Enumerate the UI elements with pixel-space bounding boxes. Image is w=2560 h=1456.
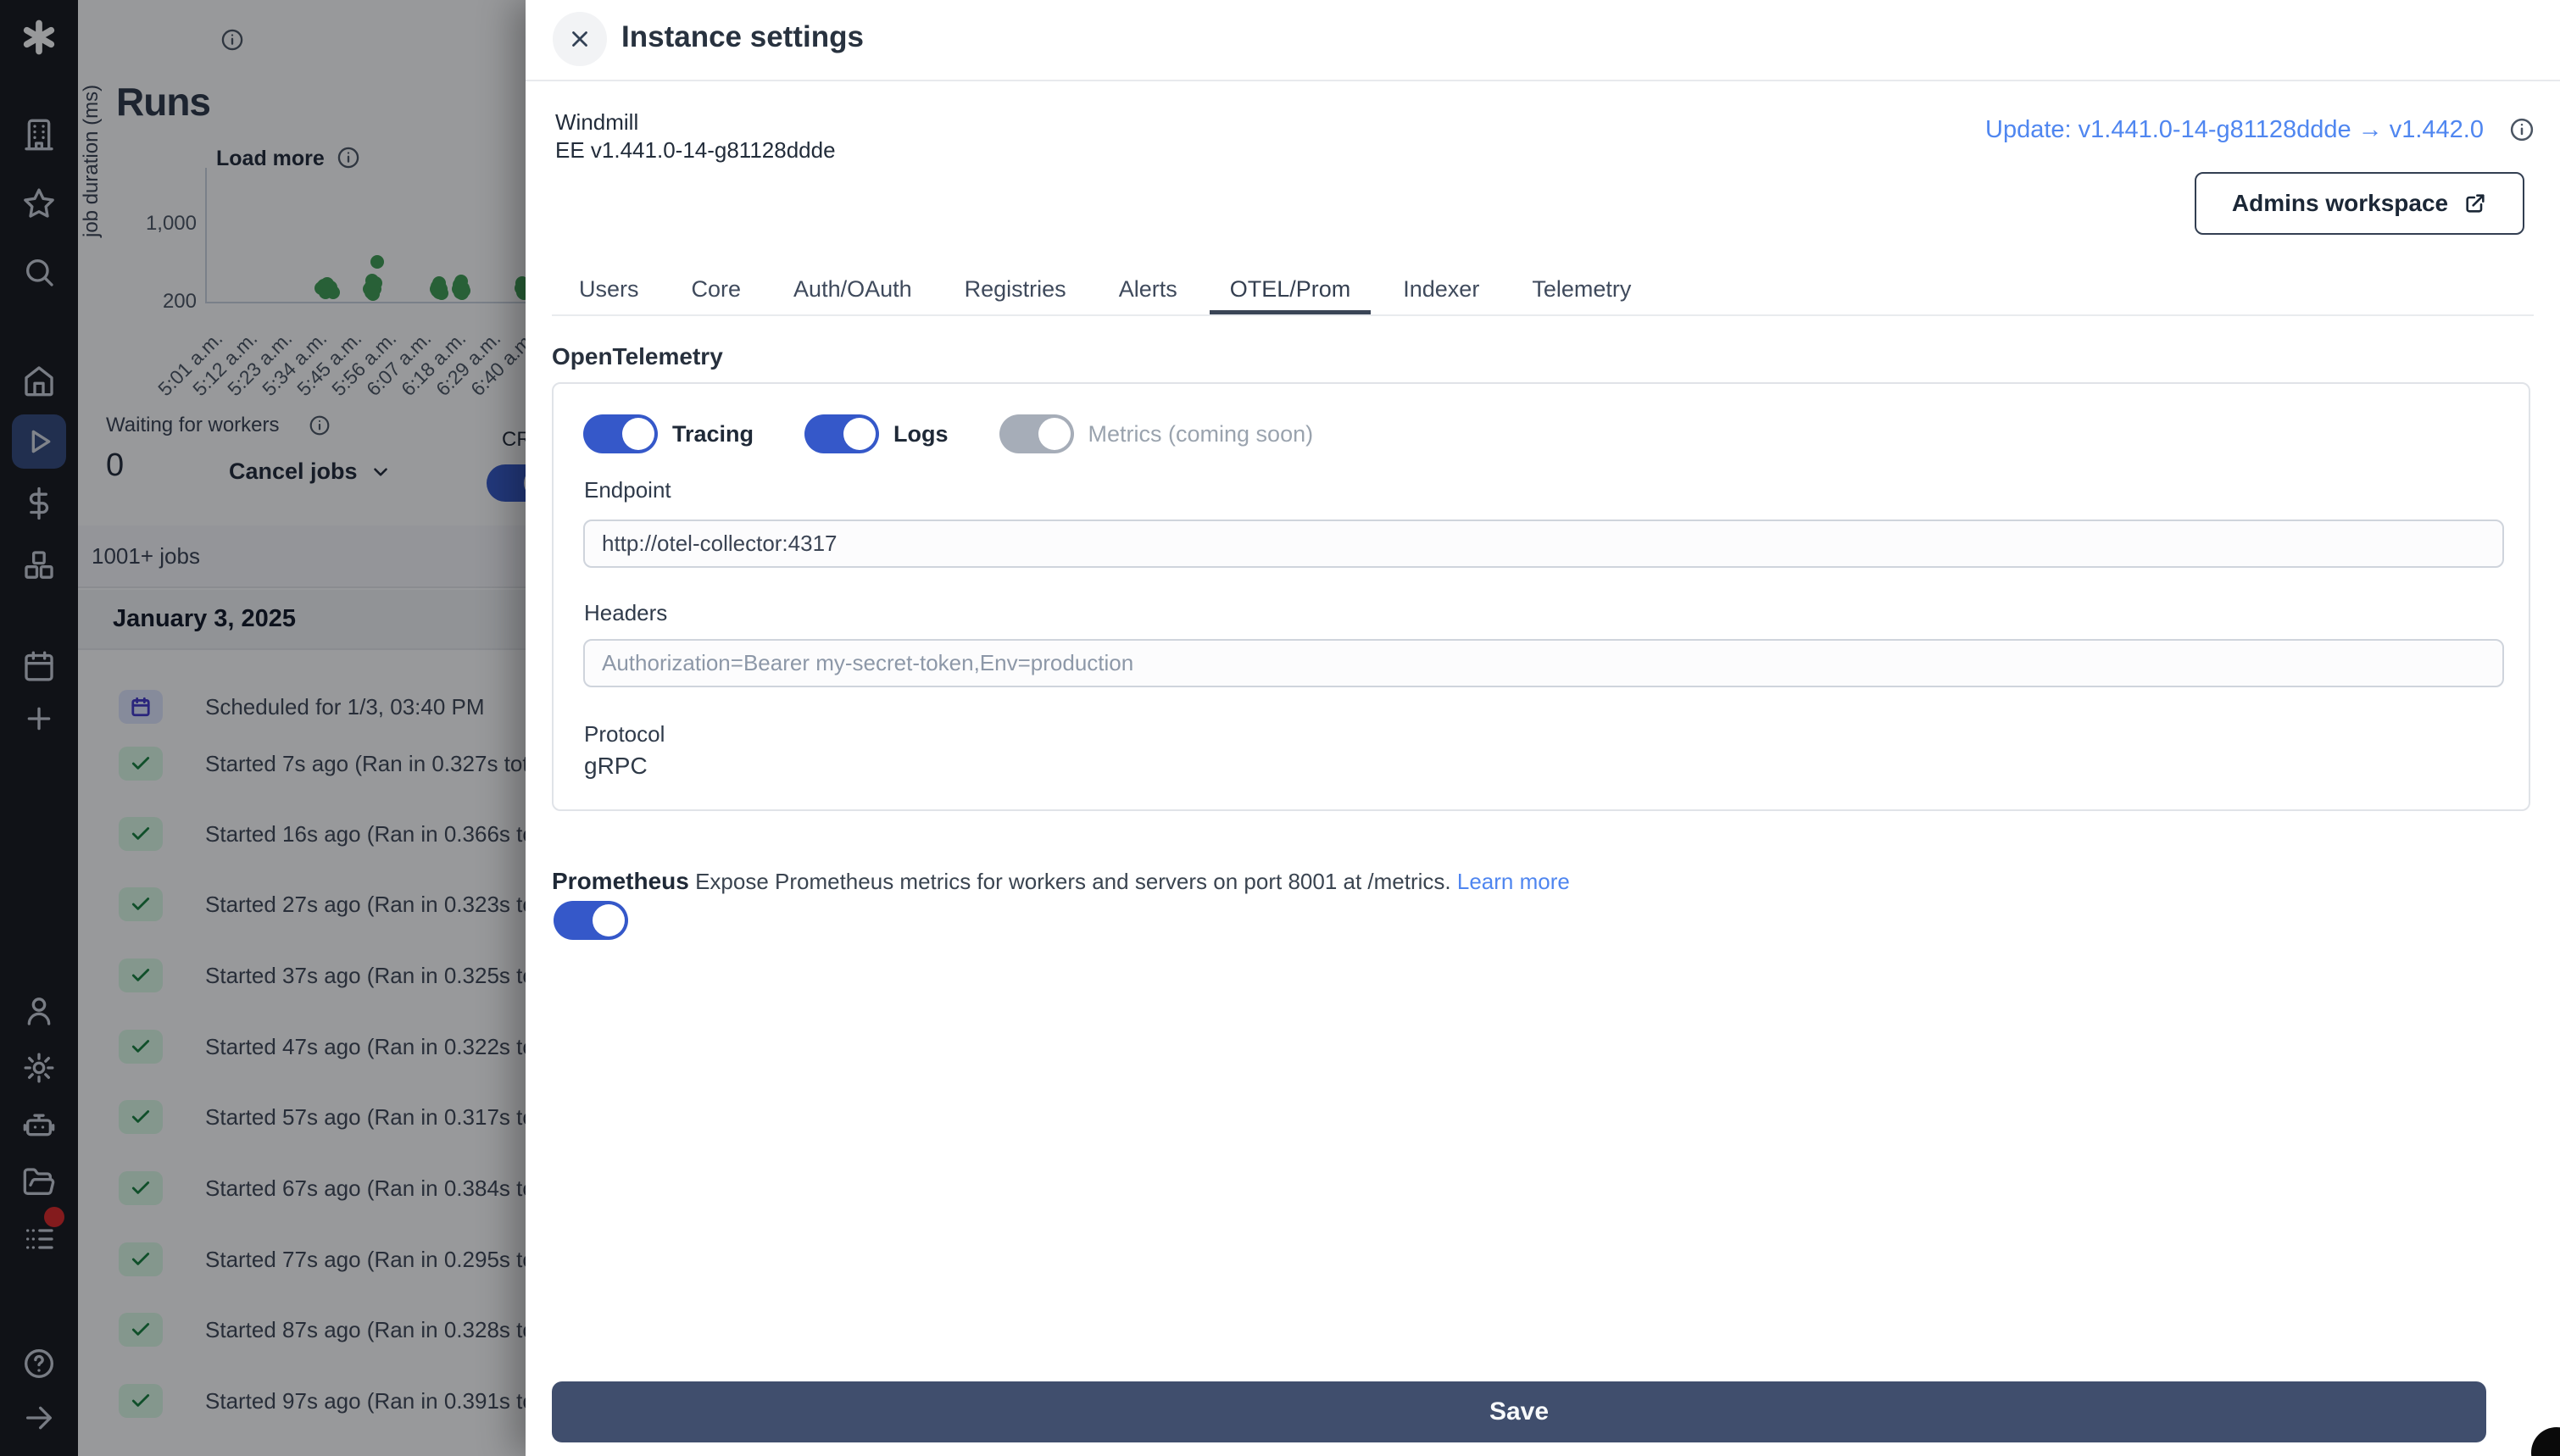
close-icon [572,31,587,47]
logs-toggle-group: Logs [804,414,949,453]
opentelemetry-heading: OpenTelemetry [552,343,723,370]
tab-users[interactable]: Users [559,268,659,315]
learn-more-link[interactable]: Learn more [1457,869,1570,894]
close-button[interactable] [553,12,607,66]
header-divider [526,80,2560,81]
tabs-divider [552,314,2534,316]
prometheus-toggle[interactable] [554,901,628,940]
tab-core[interactable]: Core [671,268,762,315]
metrics-toggle-group: Metrics (coming soon) [999,414,1314,453]
endpoint-label: Endpoint [584,477,671,503]
protocol-value: gRPC [584,753,648,779]
logs-label: Logs [893,420,949,447]
app-name: Windmill [555,109,639,135]
instance-version: Windmill EE v1.441.0-14-g81128ddde [555,108,836,164]
tab-otel-prom[interactable]: OTEL/Prom [1209,268,1372,315]
otel-toggles-row: Tracing Logs Metrics (coming soon) [583,414,1313,453]
admins-workspace-button[interactable]: Admins workspace [2195,172,2524,235]
opentelemetry-panel: Tracing Logs Metrics (coming soon) Endpo… [552,382,2530,811]
tab-telemetry[interactable]: Telemetry [1511,268,1651,315]
update-info-icon[interactable] [2509,117,2535,142]
tracing-label: Tracing [672,420,754,447]
metrics-toggle [999,414,1074,453]
tab-alerts[interactable]: Alerts [1099,268,1198,315]
tracing-toggle-group: Tracing [583,414,754,453]
endpoint-input[interactable] [583,520,2504,568]
metrics-label: Metrics (coming soon) [1088,420,1314,447]
prometheus-title: Prometheus [552,868,689,894]
external-link-icon [2466,194,2485,213]
logs-toggle[interactable] [804,414,880,453]
instance-settings-drawer: Instance settings Windmill EE v1.441.0-14… [526,0,2560,1456]
tab-indexer[interactable]: Indexer [1383,268,1500,315]
admins-workspace-label: Admins workspace [2231,190,2449,216]
tracing-toggle[interactable] [583,414,658,453]
version-string: EE v1.441.0-14-g81128ddde [555,137,836,163]
save-button[interactable]: Save [552,1381,2486,1442]
tab-auth-oauth[interactable]: Auth/OAuth [773,268,932,315]
settings-tabs: Users Core Auth/OAuth Registries Alerts … [559,268,1651,315]
headers-input[interactable] [583,639,2504,687]
drawer-title: Instance settings [621,20,864,53]
protocol-label: Protocol [584,721,665,747]
prometheus-section-header: Prometheus Expose Prometheus metrics for… [552,868,1570,895]
headers-label: Headers [584,600,668,625]
update-version-link[interactable]: Update: v1.441.0-14-g81128ddde → v1.442.… [1985,116,2484,144]
tab-registries[interactable]: Registries [944,268,1087,315]
windmill-app: Runs Load more job duration (ms) 1,000 20… [0,0,2560,1456]
prometheus-description: Expose Prometheus metrics for workers an… [695,869,1451,894]
